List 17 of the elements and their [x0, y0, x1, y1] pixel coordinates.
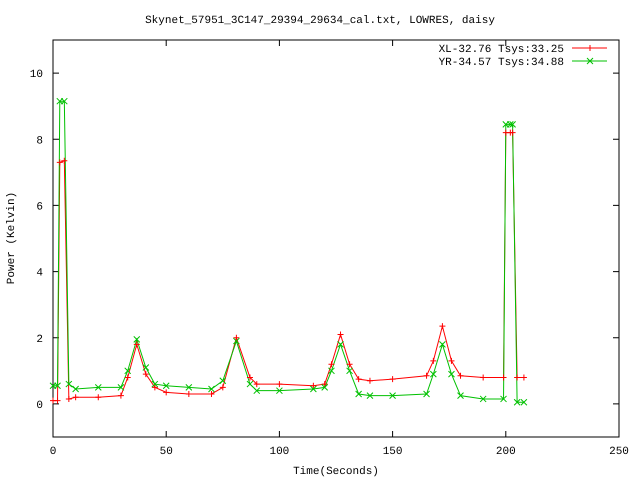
- legend-label: YR-34.57 Tsys:34.88: [438, 57, 564, 69]
- x-axis-label: Time(Seconds): [293, 466, 379, 478]
- tick-label: 50: [160, 446, 173, 458]
- chart-title: Skynet_57951_3C147_29394_29634_cal.txt, LOWRES, daisy: [145, 15, 495, 27]
- tick-label: 250: [609, 446, 629, 458]
- tick-label: 8: [36, 135, 43, 148]
- tick-label: 0: [50, 446, 56, 458]
- y-axis-label: Power (Kelvin): [6, 192, 18, 284]
- tick-label: 2: [36, 334, 43, 346]
- tick-label: 4: [36, 268, 43, 280]
- tick-label: 100: [270, 446, 290, 458]
- tick-label: 6: [36, 201, 43, 214]
- tick-label: 0: [36, 400, 43, 412]
- tick-label: 200: [496, 446, 516, 458]
- tick-label: 10: [30, 69, 43, 82]
- tick-label: 150: [382, 446, 402, 458]
- legend-label: XL-32.76 Tsys:33.25: [438, 44, 564, 56]
